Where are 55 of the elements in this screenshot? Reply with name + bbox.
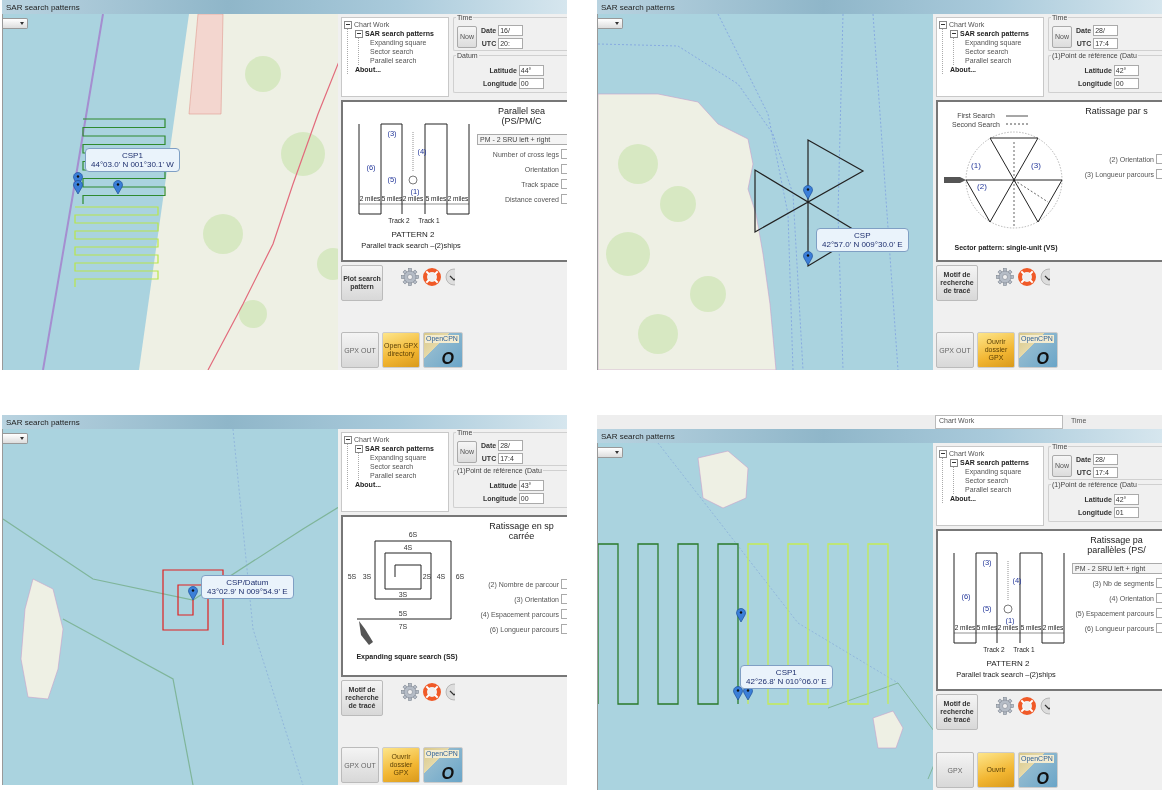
pattern-title: carrée	[508, 531, 535, 541]
round-button-icon[interactable]	[445, 683, 455, 701]
map-dropdown[interactable]	[3, 18, 28, 29]
map-pin-icon	[113, 180, 123, 195]
expander-icon[interactable]	[344, 435, 352, 444]
gear-icon[interactable]	[996, 268, 1014, 286]
callout-coordinates: 42°57.0' N 009°30.0' E	[822, 240, 903, 249]
map-view[interactable]: CSP1 42°26.8' N 010°06.0' E	[597, 443, 933, 790]
map-pin-icon	[736, 608, 746, 623]
expander-icon[interactable]	[355, 29, 363, 38]
diagram-caption: PATTERN 2	[986, 659, 1030, 668]
callout-title: CSP/Datum	[226, 578, 269, 587]
window-title: SAR search patterns	[2, 0, 567, 14]
pattern-title: (PS/PM/C	[501, 116, 542, 126]
map-pin-icon	[73, 180, 83, 195]
diagram-label: (2)	[977, 182, 987, 191]
callout-coordinates: 43°02.9' N 009°54.9' E	[207, 587, 288, 596]
pattern-title: parallèles (PS/	[1087, 545, 1146, 555]
callout-title: CSP1	[121, 151, 143, 160]
pattern-title: Ratissage en sp	[489, 521, 554, 531]
window-title: SAR search patterns	[597, 429, 1162, 443]
map-pin-icon	[188, 586, 198, 601]
expander-icon[interactable]	[344, 20, 352, 29]
expander-icon[interactable]	[950, 458, 958, 467]
diagram-label: (3)	[1031, 161, 1041, 170]
expander-icon[interactable]	[950, 29, 958, 38]
expander-icon[interactable]	[939, 449, 947, 458]
gear-icon[interactable]	[401, 683, 419, 701]
callout-title: CSP1	[775, 668, 797, 677]
round-button-icon[interactable]	[445, 268, 455, 286]
expander-icon[interactable]	[939, 20, 947, 29]
diagram-caption: PATTERN 2	[391, 230, 435, 239]
map-view[interactable]: CSP 42°57.0' N 009°30.0' E	[597, 14, 933, 370]
round-button-icon[interactable]	[1040, 268, 1050, 286]
pattern-title: Ratissage par s	[1085, 106, 1148, 116]
map-dropdown[interactable]	[598, 18, 623, 29]
expander-icon[interactable]	[355, 444, 363, 453]
window-title: SAR search patterns	[597, 0, 1162, 14]
callout-coordinates: 44°03.0' N 001°30.1' W	[91, 160, 174, 169]
pattern-title: Ratissage pa	[1090, 535, 1143, 545]
map-dropdown[interactable]	[3, 433, 28, 444]
map-view[interactable]: CSP1 44°03.0' N 001°30.1' W	[2, 14, 338, 370]
window-title: SAR search patterns	[2, 415, 567, 429]
callout-coordinates: 42°26.8' N 010°06.0' E	[746, 677, 827, 686]
map-pin-icon	[733, 686, 743, 701]
map-dropdown[interactable]	[598, 447, 623, 458]
round-button-icon[interactable]	[1040, 697, 1050, 715]
gear-icon[interactable]	[996, 697, 1014, 715]
callout-title: CSP	[854, 231, 871, 240]
map-view[interactable]: CSP/Datum 43°02.9' N 009°54.9' E	[2, 429, 338, 785]
map-pin-icon	[803, 251, 813, 266]
pattern-title: Parallel sea	[498, 106, 545, 116]
gear-icon[interactable]	[401, 268, 419, 286]
diagram-label: (1)	[971, 161, 981, 170]
map-pin-icon	[803, 185, 813, 200]
